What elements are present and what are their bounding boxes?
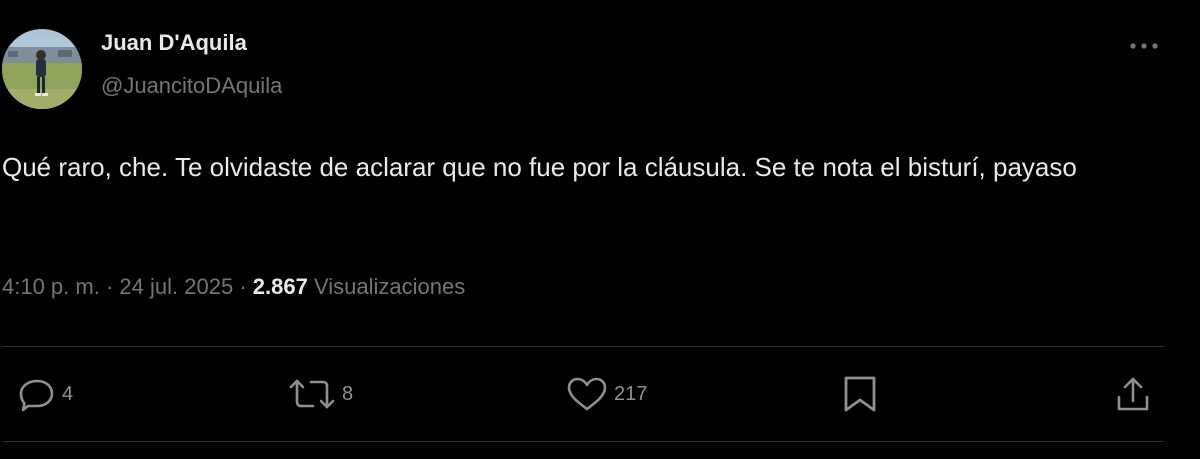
bookmark-button[interactable] bbox=[842, 376, 878, 412]
retweet-count: 8 bbox=[342, 382, 354, 405]
share-button[interactable] bbox=[1114, 376, 1152, 412]
tweet-meta: 4:10 p. m. · 24 jul. 2025 · 2.867 Visual… bbox=[2, 274, 465, 300]
reply-icon bbox=[19, 379, 54, 412]
share-icon bbox=[1117, 377, 1149, 411]
more-options-button[interactable] bbox=[1126, 32, 1162, 60]
bookmark-icon bbox=[844, 376, 876, 412]
divider bbox=[2, 346, 1164, 347]
more-horizontal-icon bbox=[1130, 43, 1158, 49]
reply-button[interactable]: 4 bbox=[18, 376, 73, 412]
like-count: 217 bbox=[614, 382, 648, 405]
tweet: Juan D'Aquila @JuancitoDAquila Qué raro,… bbox=[0, 0, 1200, 459]
meta-separator: · bbox=[239, 274, 247, 299]
retweet-icon bbox=[289, 379, 335, 409]
heart-icon bbox=[567, 377, 607, 411]
tweet-text: Qué raro, che. Te olvidaste de aclarar q… bbox=[2, 152, 1077, 182]
reply-count: 4 bbox=[62, 382, 74, 405]
retweet-button[interactable]: 8 bbox=[288, 376, 353, 412]
meta-separator: · bbox=[105, 274, 114, 299]
views-count: 2.867 bbox=[252, 274, 308, 299]
tweet-date[interactable]: 24 jul. 2025 bbox=[119, 274, 233, 299]
avatar-image bbox=[2, 29, 82, 109]
author-handle[interactable]: @JuancitoDAquila bbox=[101, 73, 282, 99]
author-display-name[interactable]: Juan D'Aquila bbox=[101, 30, 247, 56]
views-label: Visualizaciones bbox=[313, 274, 466, 299]
avatar[interactable] bbox=[2, 29, 82, 109]
tweet-time[interactable]: 4:10 p. m. bbox=[2, 274, 100, 299]
divider bbox=[2, 441, 1164, 442]
like-button[interactable]: 217 bbox=[566, 376, 647, 412]
